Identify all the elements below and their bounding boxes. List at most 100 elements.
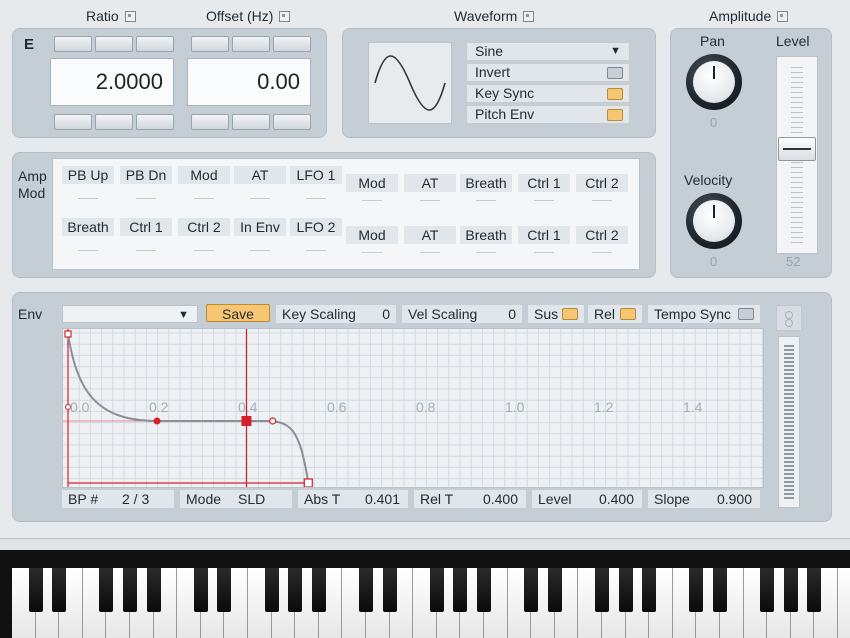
amp-mod-source-1-4[interactable]: AT: [234, 166, 286, 184]
offset-dec-fine-button[interactable]: [273, 114, 311, 130]
level-slider-track[interactable]: [776, 56, 818, 254]
black-key[interactable]: [477, 568, 491, 612]
black-key[interactable]: [713, 568, 727, 612]
invert-toggle[interactable]: Invert: [466, 63, 630, 82]
amp-mod-amount-1-3[interactable]: [194, 198, 214, 199]
amp-mod-source-2-r4[interactable]: Ctrl 1: [518, 226, 570, 244]
black-key[interactable]: [783, 568, 798, 612]
amp-mod-source-2-5[interactable]: LFO 2: [290, 218, 342, 236]
amp-mod-source-1-3[interactable]: Mod: [178, 166, 230, 184]
amp-mod-amount-1-r2[interactable]: [420, 200, 440, 201]
envelope-scroll-thumb[interactable]: [784, 345, 794, 501]
offset-dec-mid-button[interactable]: [232, 114, 270, 130]
offset-value-display[interactable]: 0.00: [187, 58, 311, 106]
black-key[interactable]: [146, 568, 161, 612]
black-key[interactable]: [217, 568, 232, 612]
waveform-select[interactable]: Sine ▼: [466, 42, 630, 61]
black-key[interactable]: [524, 568, 539, 612]
black-key[interactable]: [311, 568, 326, 612]
amp-mod-amount-2-r5[interactable]: [592, 252, 612, 253]
amp-mod-amount-2-2[interactable]: [136, 250, 156, 251]
envelope-preset-select[interactable]: ▼: [62, 305, 198, 323]
amp-mod-source-2-4[interactable]: In Env: [234, 218, 286, 236]
amp-mod-amount-1-4[interactable]: [250, 198, 270, 199]
ratio-toggle-icon[interactable]: [124, 11, 136, 22]
offset-toggle-icon[interactable]: [279, 11, 291, 22]
sus-toggle[interactable]: Sus: [528, 305, 584, 323]
amp-mod-amount-2-r4[interactable]: [534, 252, 554, 253]
amp-mod-amount-1-r4[interactable]: [534, 200, 554, 201]
offset-inc-coarse-button[interactable]: [191, 36, 229, 52]
ratio-inc-fine-button[interactable]: [136, 36, 174, 52]
black-key[interactable]: [642, 568, 657, 612]
level-slider-handle[interactable]: [778, 137, 816, 161]
offset-inc-fine-button[interactable]: [273, 36, 311, 52]
black-key[interactable]: [453, 568, 468, 612]
black-key[interactable]: [547, 568, 562, 612]
amp-mod-amount-1-r5[interactable]: [592, 200, 612, 201]
amp-mod-source-1-r3[interactable]: Breath: [460, 174, 512, 192]
black-key[interactable]: [359, 568, 373, 612]
black-key[interactable]: [28, 568, 43, 612]
amp-mod-source-1-5[interactable]: LFO 1: [290, 166, 342, 184]
ratio-inc-mid-button[interactable]: [95, 36, 133, 52]
amp-mod-amount-1-2[interactable]: [136, 198, 156, 199]
envelope-scroll-track[interactable]: [778, 336, 800, 508]
offset-dec-coarse-button[interactable]: [191, 114, 229, 130]
black-key[interactable]: [689, 568, 704, 612]
amp-mod-amount-2-r2[interactable]: [420, 252, 440, 253]
amp-mod-source-1-2[interactable]: PB Dn: [120, 166, 172, 184]
mode-field[interactable]: Mode SLD: [180, 490, 292, 508]
amp-mod-source-2-3[interactable]: Ctrl 2: [178, 218, 230, 236]
offset-inc-mid-button[interactable]: [232, 36, 270, 52]
white-key[interactable]: [838, 568, 850, 638]
black-key[interactable]: [264, 568, 279, 612]
amp-mod-source-1-r1[interactable]: Mod: [346, 174, 398, 192]
amp-mod-amount-1-r1[interactable]: [362, 200, 382, 201]
amplitude-toggle-icon[interactable]: [777, 11, 789, 22]
amp-mod-source-2-r3[interactable]: Breath: [460, 226, 512, 244]
save-button[interactable]: Save: [206, 304, 270, 322]
amp-mod-source-2-r5[interactable]: Ctrl 2: [576, 226, 628, 244]
black-key[interactable]: [193, 568, 208, 612]
ratio-value-display[interactable]: 2.0000: [50, 58, 174, 106]
vel-scaling-field[interactable]: Vel Scaling 0: [402, 305, 522, 323]
zoom-icon[interactable]: [776, 305, 802, 331]
black-key[interactable]: [807, 568, 822, 612]
rel-t-field[interactable]: Rel T 0.400: [414, 490, 526, 508]
amp-mod-amount-2-5[interactable]: [306, 250, 326, 251]
amp-mod-source-2-r2[interactable]: AT: [404, 226, 456, 244]
amp-mod-source-2-1[interactable]: Breath: [62, 218, 114, 236]
black-key[interactable]: [288, 568, 303, 612]
amp-mod-source-1-r5[interactable]: Ctrl 2: [576, 174, 628, 192]
ratio-dec-mid-button[interactable]: [95, 114, 133, 130]
amp-mod-amount-2-r1[interactable]: [362, 252, 382, 253]
bp-field[interactable]: BP # 2 / 3: [62, 490, 174, 508]
black-key[interactable]: [618, 568, 633, 612]
rel-toggle[interactable]: Rel: [588, 305, 642, 323]
waveform-toggle-icon[interactable]: [523, 11, 535, 22]
velocity-knob[interactable]: [686, 193, 742, 249]
black-key[interactable]: [382, 568, 397, 612]
amp-mod-amount-1-r3[interactable]: [476, 200, 496, 201]
amp-mod-amount-2-4[interactable]: [250, 250, 270, 251]
pitch-env-toggle[interactable]: Pitch Env: [466, 105, 630, 124]
envelope-graph[interactable]: 0.0 0.2 0.4 0.6 0.8 1.0 1.2 1.4: [62, 328, 764, 488]
black-key[interactable]: [52, 568, 67, 612]
key-sync-toggle[interactable]: Key Sync: [466, 84, 630, 103]
abs-t-field[interactable]: Abs T 0.401: [298, 490, 408, 508]
key-scaling-field[interactable]: Key Scaling 0: [276, 305, 396, 323]
piano-keyboard[interactable]: [0, 550, 850, 638]
amp-mod-amount-1-1[interactable]: [78, 198, 98, 199]
pan-knob[interactable]: [686, 54, 742, 110]
amp-mod-source-1-1[interactable]: PB Up: [62, 166, 114, 184]
black-key[interactable]: [595, 568, 609, 612]
black-key[interactable]: [123, 568, 137, 612]
black-key[interactable]: [99, 568, 114, 612]
amp-mod-source-1-r2[interactable]: AT: [404, 174, 456, 192]
amp-mod-amount-2-1[interactable]: [78, 250, 98, 251]
ratio-dec-fine-button[interactable]: [136, 114, 174, 130]
amp-mod-source-1-r4[interactable]: Ctrl 1: [518, 174, 570, 192]
ratio-inc-coarse-button[interactable]: [54, 36, 92, 52]
slope-field[interactable]: Slope 0.900: [648, 490, 760, 508]
